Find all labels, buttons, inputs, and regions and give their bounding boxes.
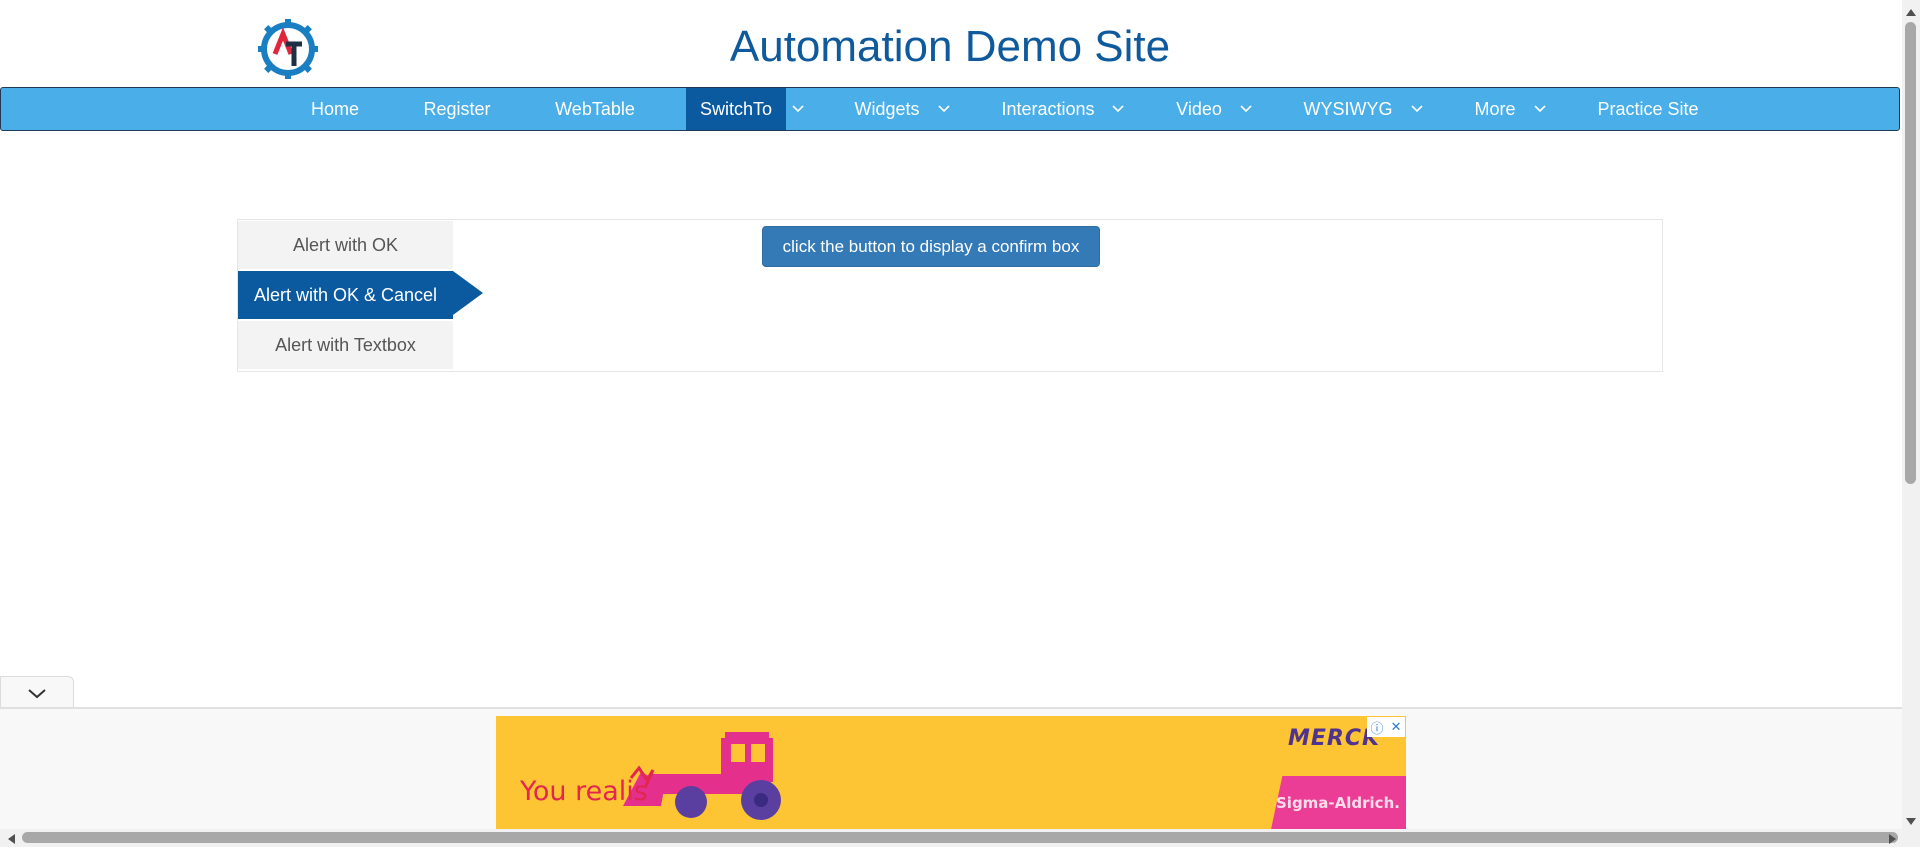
tab-alert-ok[interactable]: Alert with OK	[238, 221, 453, 269]
ad-banner[interactable]: You realis MERCK Sigma-Aldrich.	[496, 716, 1406, 829]
nav-webtable[interactable]: WebTable	[539, 88, 651, 130]
active-tab-arrow-icon	[453, 271, 483, 315]
nav-wysiwyg[interactable]: WYSIWYG	[1296, 88, 1400, 130]
nav-switchto[interactable]: SwitchTo	[686, 88, 786, 130]
ad-collapse-toggle[interactable]	[0, 676, 74, 710]
nav-home[interactable]: Home	[293, 88, 377, 130]
display-confirm-box-button[interactable]: click the button to display a confirm bo…	[762, 226, 1100, 267]
main-navbar: Home Register WebTable SwitchTo Widgets …	[0, 87, 1900, 131]
chevron-down-icon	[28, 688, 46, 698]
vertical-scrollbar-thumb[interactable]	[1905, 22, 1916, 484]
scroll-down-icon[interactable]	[1905, 814, 1917, 825]
widgets-chevron-down-icon[interactable]	[932, 88, 956, 130]
nav-register[interactable]: Register	[403, 88, 511, 130]
more-chevron-down-icon[interactable]	[1528, 88, 1552, 130]
ad-sub-brand: Sigma-Aldrich.	[1276, 794, 1400, 812]
nav-practice-site[interactable]: Practice Site	[1589, 88, 1707, 130]
switchto-chevron-down-icon[interactable]	[786, 88, 810, 130]
nav-more[interactable]: More	[1463, 88, 1527, 130]
scroll-left-icon[interactable]	[6, 832, 16, 844]
ad-text: You realis	[520, 776, 648, 807]
video-chevron-down-icon[interactable]	[1234, 88, 1258, 130]
site-title: Automation Demo Site	[729, 22, 1171, 71]
nav-interactions[interactable]: Interactions	[990, 88, 1106, 130]
wysiwyg-chevron-down-icon[interactable]	[1405, 88, 1429, 130]
scroll-right-icon[interactable]	[1888, 832, 1898, 844]
ad-choices: ⓘ ✕	[1367, 717, 1405, 737]
site-header: Automation Demo Site	[0, 0, 1900, 88]
info-icon[interactable]: ⓘ	[1371, 718, 1384, 737]
close-icon[interactable]: ✕	[1391, 719, 1402, 735]
tab-alert-textbox[interactable]: Alert with Textbox	[238, 321, 453, 369]
nav-widgets[interactable]: Widgets	[841, 88, 933, 130]
tab-alert-ok-cancel[interactable]: Alert with OK & Cancel	[238, 271, 453, 319]
horizontal-scrollbar-thumb[interactable]	[22, 832, 1898, 843]
nav-video[interactable]: Video	[1166, 88, 1232, 130]
interactions-chevron-down-icon[interactable]	[1106, 88, 1130, 130]
scroll-up-icon[interactable]	[1905, 4, 1917, 16]
